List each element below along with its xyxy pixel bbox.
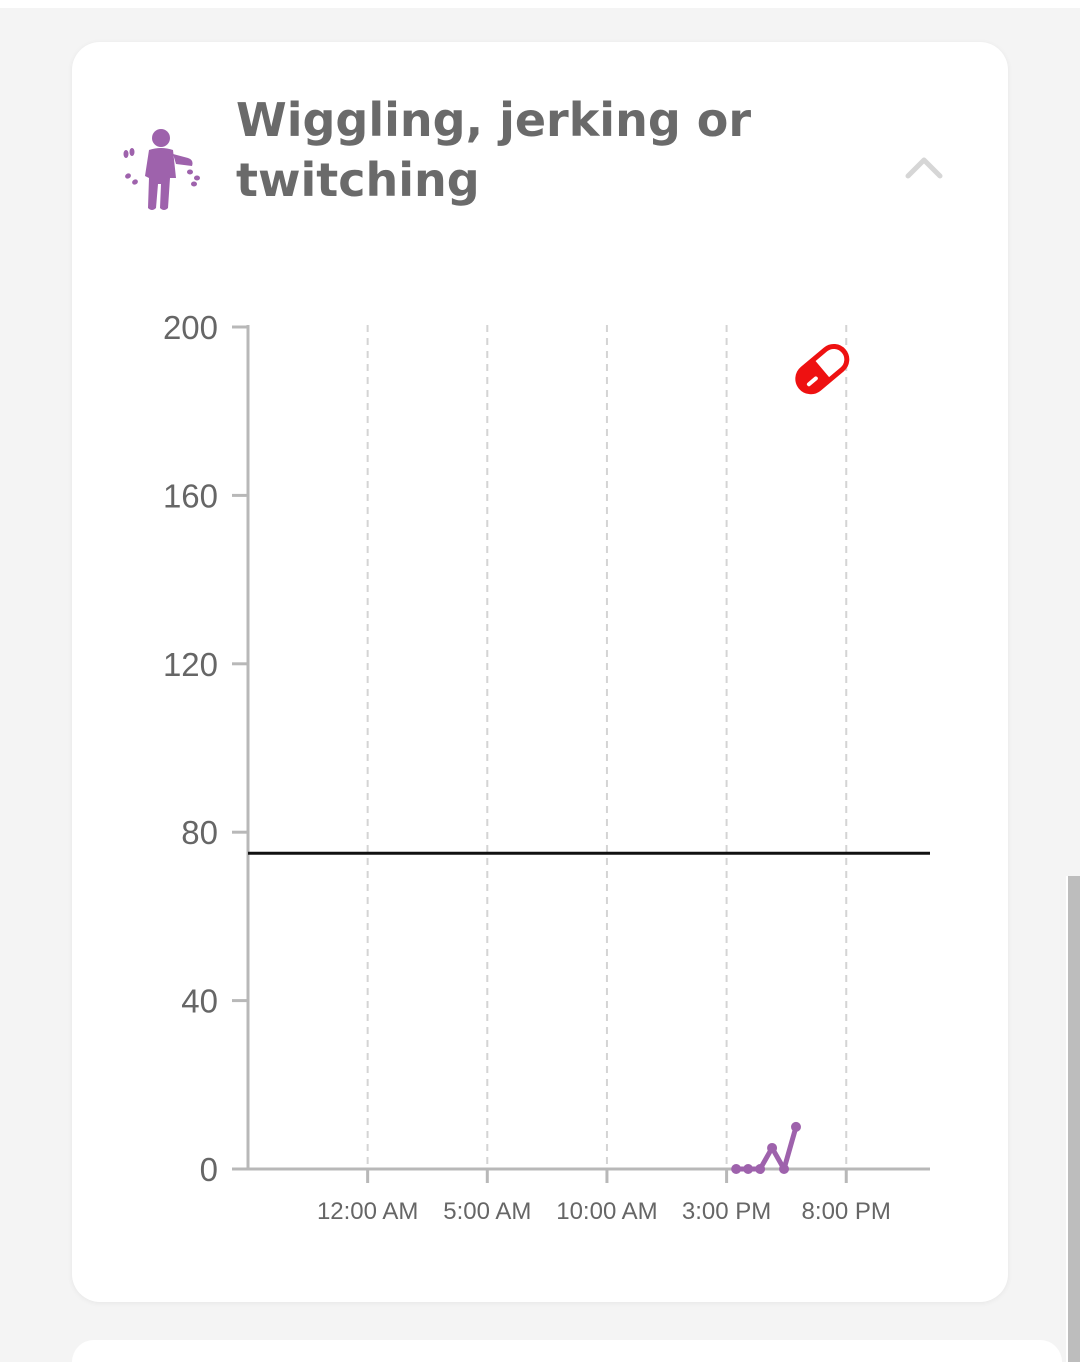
data-point[interactable]: [779, 1164, 790, 1174]
y-tick-label: 120: [163, 646, 218, 683]
x-tick-label: 8:00 PM: [802, 1198, 891, 1225]
y-tick-label: 80: [181, 814, 218, 851]
data-point[interactable]: [755, 1164, 766, 1174]
scrollbar-thumb[interactable]: [1068, 876, 1080, 1362]
y-tick-label: 40: [181, 983, 218, 1020]
y-tick-label: 200: [163, 309, 218, 346]
y-tick-label: 0: [200, 1151, 218, 1188]
x-tick-label: 12:00 AM: [317, 1198, 418, 1225]
data-point[interactable]: [731, 1164, 742, 1174]
series-line: [736, 1126, 799, 1172]
data-point[interactable]: [743, 1164, 754, 1174]
data-point[interactable]: [767, 1142, 778, 1153]
x-tick-label: 10:00 AM: [556, 1198, 657, 1225]
x-tick-label: 3:00 PM: [682, 1198, 771, 1225]
data-point[interactable]: [790, 1121, 801, 1132]
medication-pill-icon[interactable]: [793, 341, 853, 397]
x-tick-label: 5:00 AM: [443, 1198, 531, 1225]
next-card-edge: [72, 1340, 1062, 1362]
y-tick-label: 160: [163, 477, 218, 514]
line-chart: 0 40 80 120 160 200 12:00 AM 5:00 AM 10:00 AM 3:…: [163, 309, 930, 1225]
